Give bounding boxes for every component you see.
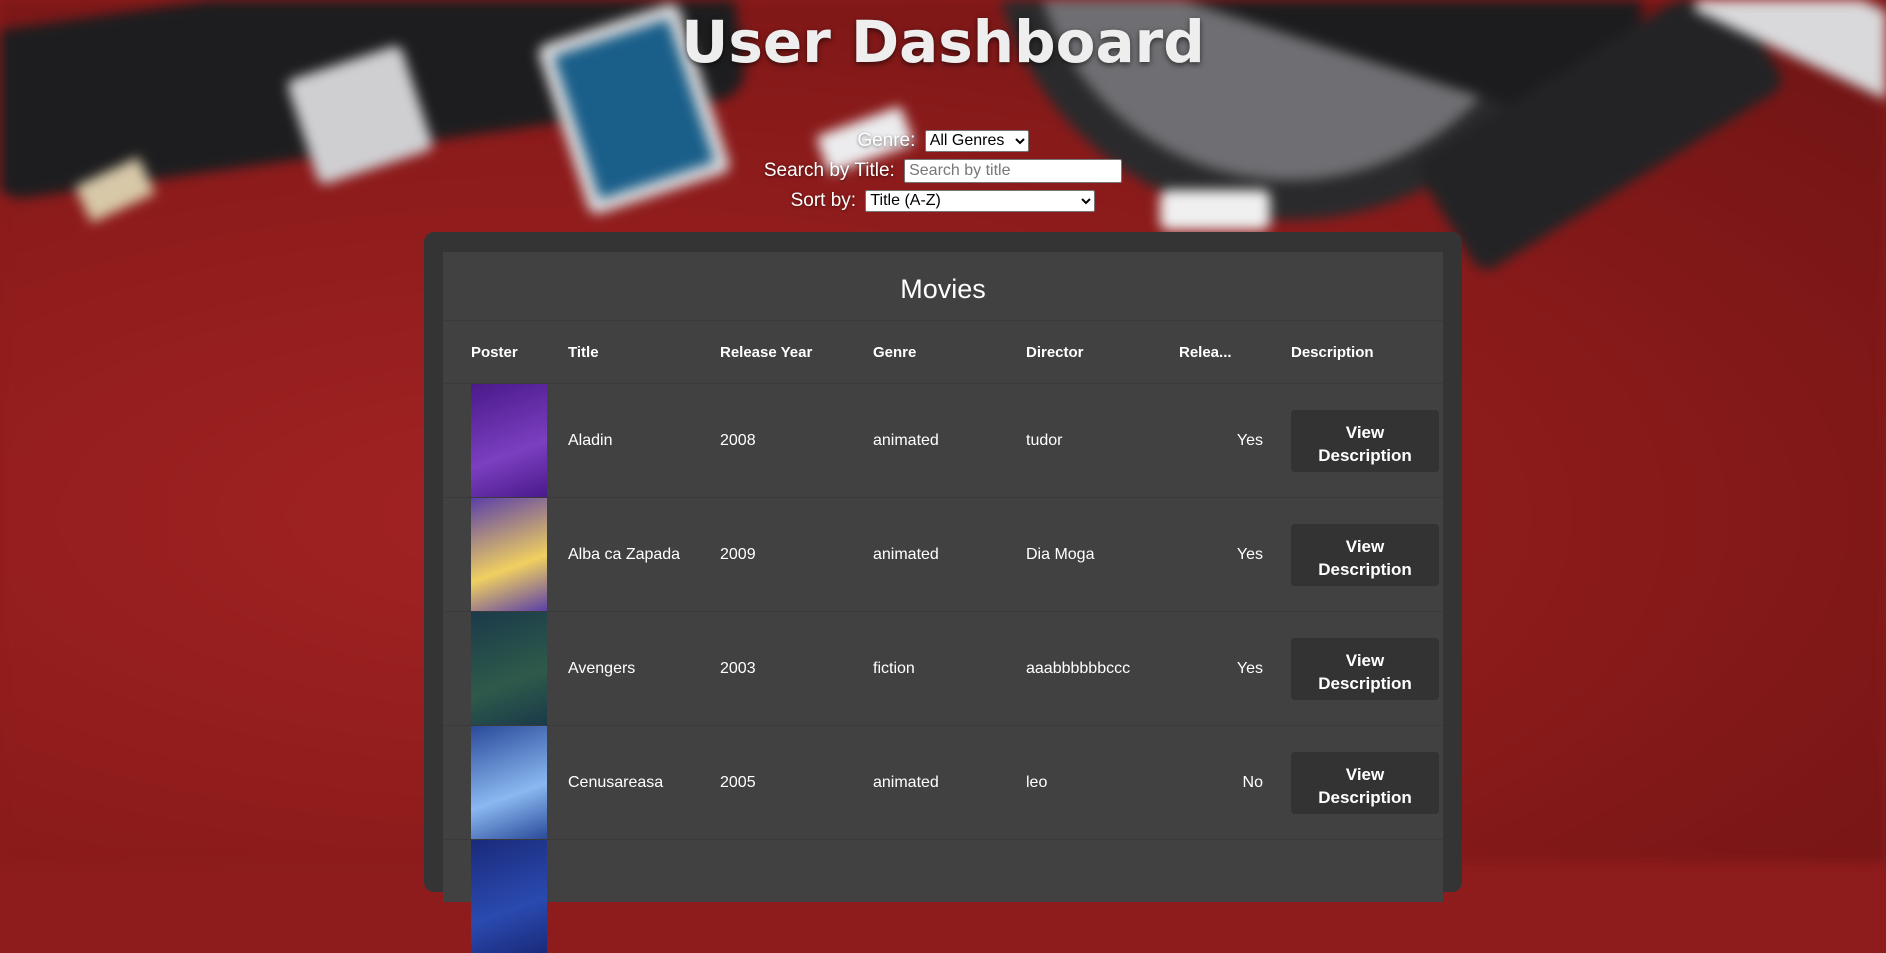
description-cell: View Description: [1291, 384, 1443, 498]
movie-director: tudor: [1026, 384, 1179, 498]
filters: Genre: All Genres Search by Title: Sort …: [0, 126, 1886, 216]
movie-poster[interactable]: [471, 384, 547, 497]
poster-cell: [443, 498, 568, 612]
genre-select[interactable]: All Genres: [925, 130, 1029, 152]
description-cell: View Description: [1291, 612, 1443, 726]
search-input[interactable]: [904, 159, 1122, 183]
search-label: Search by Title:: [764, 160, 895, 181]
movie-release-year: 2009: [720, 498, 873, 612]
table-row: Cenusareasa2005animatedleoNoView Descrip…: [443, 726, 1443, 840]
movie-director: [1026, 840, 1179, 953]
movie-title: Aladin: [568, 384, 720, 498]
movie-release-year: [720, 840, 873, 953]
movie-director: Dia Moga: [1026, 498, 1179, 612]
movies-table: Poster Title Release Year Genre Director…: [443, 321, 1443, 953]
movie-poster[interactable]: [471, 726, 547, 839]
movie-released: [1179, 840, 1291, 953]
movies-table-container: Movies Poster Title Release Year Genre D…: [443, 252, 1443, 902]
search-row: Search by Title:: [0, 156, 1886, 186]
movie-release-year: 2005: [720, 726, 873, 840]
column-header-title[interactable]: Title: [568, 321, 720, 384]
movie-released: Yes: [1179, 384, 1291, 498]
movie-genre: [873, 840, 1026, 953]
movie-release-year: 2003: [720, 612, 873, 726]
movie-title: Avengers: [568, 612, 720, 726]
poster-cell: [443, 726, 568, 840]
poster-cell: [443, 840, 568, 953]
table-row: Avengers2003fictionaaabbbbbbcccYesView D…: [443, 612, 1443, 726]
poster-cell: [443, 612, 568, 726]
movie-poster[interactable]: [471, 498, 547, 611]
movie-released: No: [1179, 726, 1291, 840]
view-description-button[interactable]: View Description: [1291, 410, 1439, 472]
description-cell: View Description: [1291, 726, 1443, 840]
genre-filter-row: Genre: All Genres: [0, 126, 1886, 156]
movie-title: [568, 840, 720, 953]
movies-panel: Movies Poster Title Release Year Genre D…: [424, 232, 1462, 892]
page-title: User Dashboard: [0, 8, 1886, 76]
movies-heading: Movies: [443, 252, 1443, 321]
genre-label: Genre:: [857, 130, 915, 151]
page: User Dashboard Genre: All Genres Search …: [0, 0, 1886, 862]
description-cell: View Description: [1291, 498, 1443, 612]
view-description-button[interactable]: View Description: [1291, 752, 1439, 814]
view-description-button[interactable]: View Description: [1291, 524, 1439, 586]
table-header-row: Poster Title Release Year Genre Director…: [443, 321, 1443, 384]
table-row: Aladin2008animatedtudorYesView Descripti…: [443, 384, 1443, 498]
movie-director: leo: [1026, 726, 1179, 840]
movie-release-year: 2008: [720, 384, 873, 498]
view-description-button[interactable]: View Description: [1291, 638, 1439, 700]
movie-released: Yes: [1179, 498, 1291, 612]
table-row: Alba ca Zapada2009animatedDia MogaYesVie…: [443, 498, 1443, 612]
movie-genre: fiction: [873, 612, 1026, 726]
movie-poster[interactable]: [471, 612, 547, 725]
movie-poster[interactable]: [471, 840, 547, 953]
movie-title: Cenusareasa: [568, 726, 720, 840]
movie-genre: animated: [873, 498, 1026, 612]
column-header-genre[interactable]: Genre: [873, 321, 1026, 384]
sort-row: Sort by: Title (A-Z): [0, 186, 1886, 216]
movie-released: Yes: [1179, 612, 1291, 726]
table-row: [443, 840, 1443, 953]
movie-genre: animated: [873, 384, 1026, 498]
movie-director: aaabbbbbbccc: [1026, 612, 1179, 726]
column-header-description[interactable]: Description: [1291, 321, 1443, 384]
column-header-released[interactable]: Relea...: [1179, 321, 1291, 384]
sort-select[interactable]: Title (A-Z): [865, 190, 1095, 212]
description-cell: [1291, 840, 1443, 953]
column-header-release-year[interactable]: Release Year: [720, 321, 873, 384]
sort-label: Sort by:: [791, 190, 856, 211]
movie-title: Alba ca Zapada: [568, 498, 720, 612]
column-header-poster[interactable]: Poster: [443, 321, 568, 384]
column-header-director[interactable]: Director: [1026, 321, 1179, 384]
movie-genre: animated: [873, 726, 1026, 840]
poster-cell: [443, 384, 568, 498]
